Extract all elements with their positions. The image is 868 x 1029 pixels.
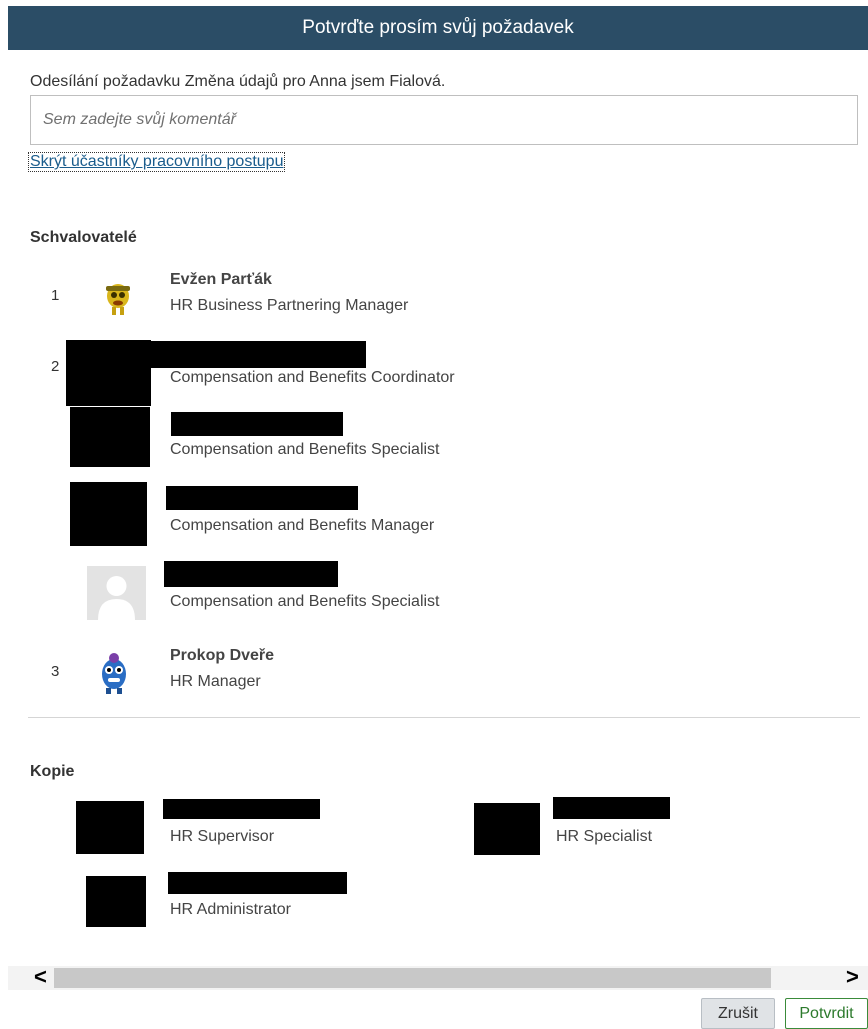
redacted-avatar	[66, 340, 151, 406]
approver-role: Compensation and Benefits Specialist	[170, 593, 440, 610]
section-divider	[28, 717, 860, 718]
redacted-avatar	[70, 482, 147, 546]
step-number: 1	[51, 287, 60, 304]
copy-recipient-role: HR Administrator	[170, 901, 291, 918]
step-number: 3	[51, 663, 60, 680]
dialog-header: Potvrďte prosím svůj požadavek	[8, 6, 868, 50]
sending-request-text: Odesílání požadavku Změna údajů pro Anna…	[30, 73, 446, 90]
default-user-icon	[87, 566, 146, 620]
redacted-name	[163, 799, 320, 819]
comment-input[interactable]	[30, 95, 858, 145]
scrollbar-thumb[interactable]	[54, 968, 771, 988]
redacted-name	[166, 486, 358, 510]
copies-section-title: Kopie	[30, 763, 75, 780]
horizontal-scrollbar[interactable]: < >	[8, 964, 868, 990]
redacted-name	[171, 412, 343, 436]
dialog-title: Potvrďte prosím svůj požadavek	[302, 17, 574, 38]
redacted-name	[553, 797, 670, 819]
blue-monster-icon	[94, 650, 154, 712]
redacted-name	[164, 561, 338, 587]
redacted-avatar	[70, 407, 150, 467]
approver-role: HR Manager	[170, 673, 261, 690]
approver-role: Compensation and Benefits Coordinator	[170, 369, 455, 386]
hide-participants-link[interactable]: Skrýt účastníky pracovního postupu	[28, 152, 286, 172]
copy-recipient-role: HR Specialist	[556, 828, 653, 845]
step-number: 2	[51, 358, 60, 375]
approver-role: HR Business Partnering Manager	[170, 297, 409, 314]
scroll-right-icon[interactable]: >	[846, 964, 859, 990]
redacted-avatar	[86, 876, 146, 927]
yellow-monster-icon	[92, 274, 152, 336]
cancel-button[interactable]: Zrušit	[701, 998, 775, 1029]
approver-role: Compensation and Benefits Specialist	[170, 441, 440, 458]
copy-recipient-role: HR Supervisor	[170, 828, 275, 845]
redacted-avatar	[76, 801, 144, 854]
approvers-section-title: Schvalovatelé	[30, 229, 137, 246]
redacted-name	[150, 341, 366, 368]
redacted-avatar	[474, 803, 540, 855]
approver-name: Evžen Parťák	[170, 271, 272, 288]
confirm-button[interactable]: Potvrdit	[785, 998, 868, 1029]
approver-role: Compensation and Benefits Manager	[170, 517, 435, 534]
redacted-name	[168, 872, 347, 894]
scroll-left-icon[interactable]: <	[34, 964, 47, 990]
approver-name: Prokop Dveře	[170, 647, 275, 664]
